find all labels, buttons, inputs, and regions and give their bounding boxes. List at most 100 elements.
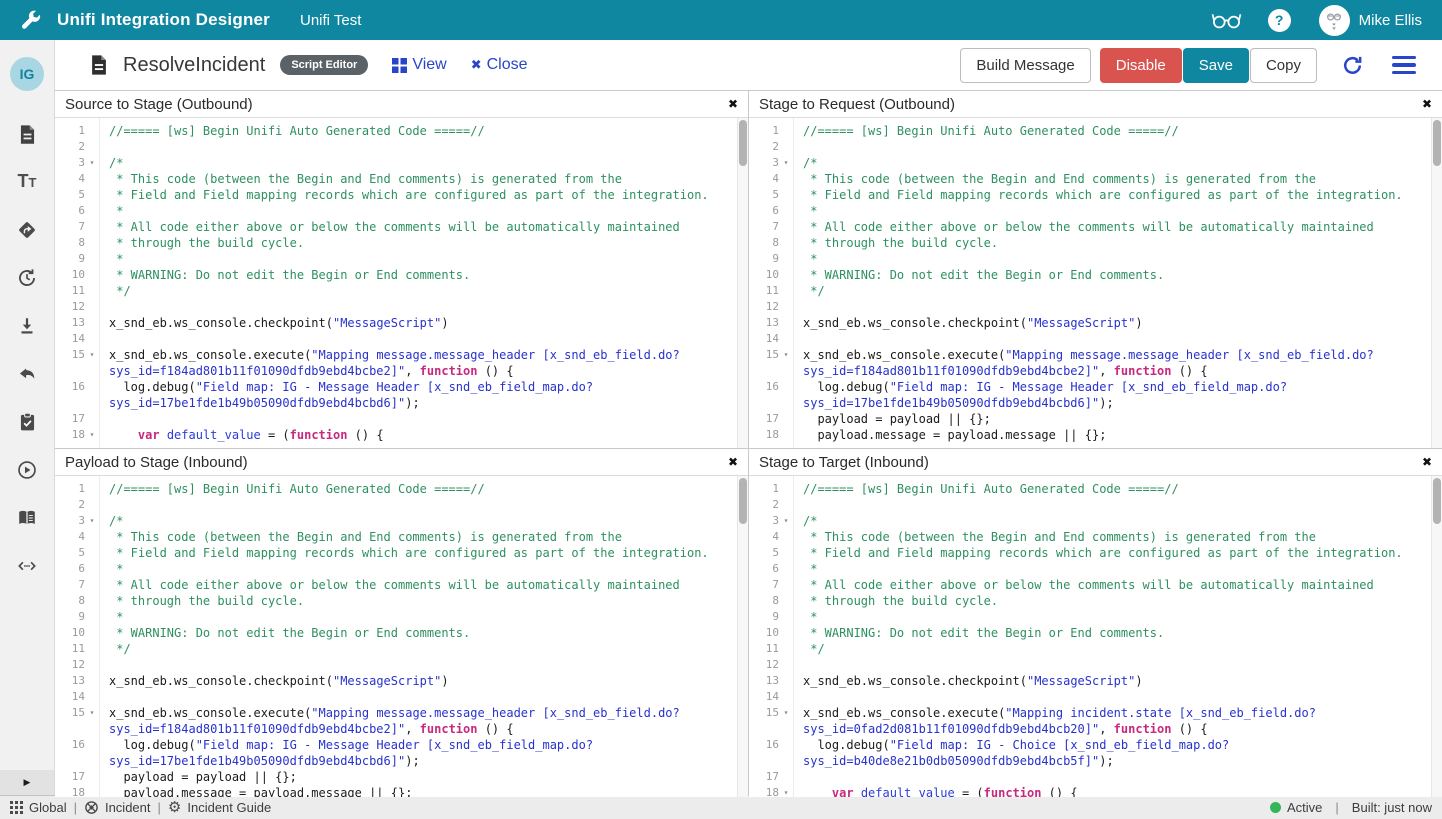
- history-icon[interactable]: [16, 267, 38, 289]
- tasks-clipboard-icon[interactable]: [16, 411, 38, 433]
- download-icon[interactable]: [16, 315, 38, 337]
- fold-arrow-icon[interactable]: ▾: [779, 705, 793, 721]
- panel-title: Source to Stage (Outbound): [65, 96, 253, 113]
- code-editor[interactable]: 1 //===== [ws] Begin Unifi Auto Generated…: [749, 476, 1442, 797]
- panel-close-icon[interactable]: ✖: [1422, 98, 1432, 110]
- code-editor[interactable]: 1//===== [ws] Begin Unifi Auto Generated…: [749, 118, 1442, 448]
- code-line: 12: [55, 657, 748, 673]
- fold-arrow-icon: [85, 753, 99, 769]
- save-button[interactable]: Save: [1183, 48, 1249, 83]
- route-diamond-icon[interactable]: [16, 219, 38, 241]
- hamburger-menu-icon[interactable]: [1392, 56, 1416, 75]
- line-number: 2: [55, 497, 85, 513]
- status-separator: |: [67, 800, 84, 815]
- code-line: 3▾/*: [55, 513, 748, 529]
- sidebar-collapse-arrow[interactable]: ▶: [0, 770, 54, 795]
- code-line: 10 * WARNING: Do not edit the Begin or E…: [55, 625, 748, 641]
- fold-arrow-icon: [779, 203, 793, 219]
- line-number-gutter: 14: [749, 689, 793, 705]
- line-number-gutter: 10: [749, 267, 793, 283]
- line-number: 8: [55, 235, 85, 251]
- code-editor[interactable]: 1//===== [ws] Begin Unifi Auto Generated…: [55, 118, 748, 448]
- fold-arrow-icon[interactable]: ▾: [779, 513, 793, 529]
- fold-arrow-icon: [85, 481, 99, 497]
- disable-button[interactable]: Disable: [1100, 48, 1182, 83]
- line-number: 11: [749, 283, 779, 299]
- wrench-logo-icon[interactable]: [19, 9, 42, 32]
- user-name[interactable]: Mike Ellis: [1359, 12, 1422, 29]
- spectacles-icon[interactable]: [1211, 11, 1242, 30]
- fold-arrow-icon[interactable]: ▾: [85, 427, 99, 443]
- line-number-gutter: 3▾: [55, 513, 99, 529]
- play-circle-icon[interactable]: [16, 459, 38, 481]
- line-number: 5: [55, 187, 85, 203]
- user-avatar[interactable]: [1319, 5, 1350, 36]
- line-number-gutter: 14: [55, 689, 99, 705]
- scrollbar[interactable]: [1431, 476, 1442, 797]
- document-icon[interactable]: [16, 123, 38, 145]
- statusbar-item-incident[interactable]: Incident: [84, 800, 151, 815]
- fold-arrow-icon[interactable]: ▾: [779, 785, 793, 797]
- code-line: 18 payload.message = payload.message || …: [749, 427, 1442, 443]
- line-number: 15: [749, 347, 779, 363]
- fold-arrow-icon[interactable]: ▾: [85, 705, 99, 721]
- fold-arrow-icon: [779, 411, 793, 427]
- panel-header: Source to Stage (Outbound) ✖: [55, 91, 748, 118]
- panel-close-icon[interactable]: ✖: [728, 456, 738, 468]
- environment-label[interactable]: Unifi Test: [300, 12, 361, 29]
- code-text: log.debug("Field map: IG - Message Heade…: [99, 379, 593, 395]
- scrollbar-thumb[interactable]: [1433, 478, 1441, 524]
- line-number: 10: [749, 267, 779, 283]
- fold-arrow-icon: [779, 577, 793, 593]
- code-text: sys_id=17be1fde1b49b05090dfdb9ebd4bcbd6]…: [99, 395, 420, 411]
- grid-icon: [10, 801, 23, 814]
- line-number: 1: [55, 481, 85, 497]
- code-text: * through the build cycle.: [793, 593, 998, 609]
- line-number: 1: [749, 481, 779, 497]
- panel-close-icon[interactable]: ✖: [728, 98, 738, 110]
- code-icon[interactable]: [16, 555, 38, 577]
- code-text: //===== [ws] Begin Unifi Auto Generated …: [793, 481, 1179, 497]
- code-line: 15▾x_snd_eb.ws_console.execute("Mapping …: [749, 347, 1442, 363]
- scrollbar[interactable]: [737, 476, 748, 797]
- statusbar-item-incident-guide[interactable]: ⚙Incident Guide: [168, 800, 271, 815]
- scrollbar-thumb[interactable]: [739, 478, 747, 524]
- line-number-gutter: [55, 721, 99, 737]
- scrollbar[interactable]: [1431, 118, 1442, 448]
- line-number-gutter: 5: [749, 187, 793, 203]
- fold-arrow-icon[interactable]: ▾: [85, 347, 99, 363]
- scrollbar[interactable]: [737, 118, 748, 448]
- copy-button[interactable]: Copy: [1250, 48, 1317, 83]
- line-number-gutter: 8: [55, 593, 99, 609]
- text-format-icon[interactable]: TT: [16, 171, 38, 193]
- fold-arrow-icon[interactable]: ▾: [85, 513, 99, 529]
- build-message-button[interactable]: Build Message: [960, 48, 1090, 83]
- help-icon[interactable]: ?: [1268, 9, 1291, 32]
- code-line: sys_id=17be1fde1b49b05090dfdb9ebd4bcbd6]…: [55, 753, 748, 769]
- code-text: //===== [ws] Begin Unifi Auto Generated …: [99, 123, 485, 139]
- panel-close-icon[interactable]: ✖: [1422, 456, 1432, 468]
- line-number-gutter: 7: [55, 219, 99, 235]
- undo-icon[interactable]: [16, 363, 38, 385]
- scrollbar-thumb[interactable]: [1433, 120, 1441, 166]
- code-line: 13x_snd_eb.ws_console.checkpoint("Messag…: [749, 673, 1442, 689]
- ig-avatar[interactable]: IG: [10, 57, 44, 91]
- fold-arrow-icon[interactable]: ▾: [779, 347, 793, 363]
- fold-arrow-icon: [85, 785, 99, 797]
- refresh-icon[interactable]: [1341, 54, 1364, 77]
- scrollbar-thumb[interactable]: [739, 120, 747, 166]
- close-link[interactable]: ✖ Close: [471, 56, 528, 74]
- fold-arrow-icon: [779, 331, 793, 347]
- fold-arrow-icon[interactable]: ▾: [779, 155, 793, 171]
- fold-arrow-icon[interactable]: ▾: [85, 155, 99, 171]
- code-editor[interactable]: 1//===== [ws] Begin Unifi Auto Generated…: [55, 476, 748, 797]
- status-separator: |: [1328, 800, 1345, 815]
- book-icon[interactable]: [16, 507, 38, 529]
- code-text: *: [793, 609, 817, 625]
- line-number: [55, 721, 85, 737]
- fold-arrow-icon: [85, 577, 99, 593]
- code-text: [793, 657, 810, 673]
- statusbar-item-global[interactable]: Global: [10, 800, 67, 815]
- view-link[interactable]: View: [392, 56, 446, 74]
- code-text: sys_id=f184ad801b11f01090dfdb9ebd4bcbe2]…: [793, 363, 1208, 379]
